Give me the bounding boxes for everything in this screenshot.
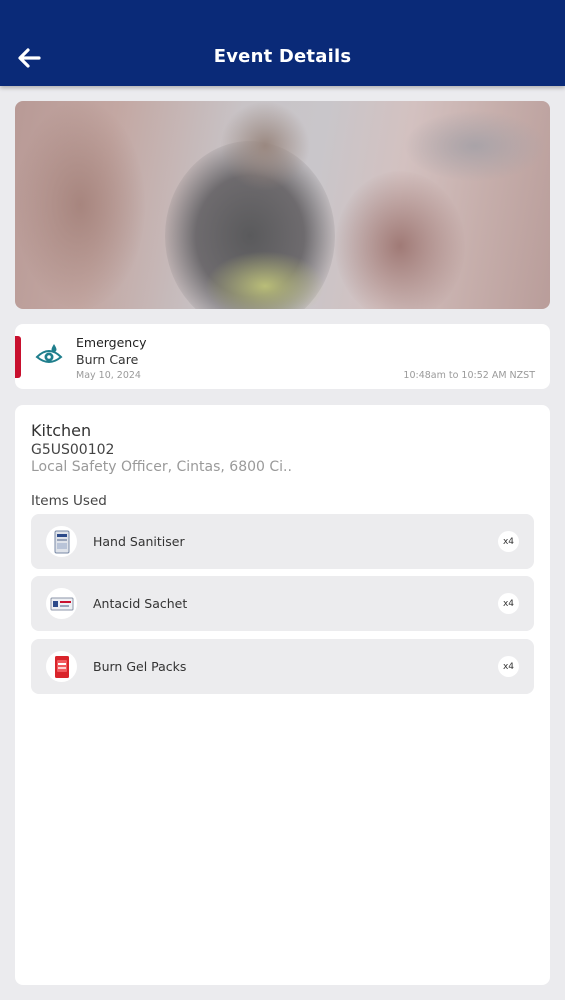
page-title: Event Details [213, 46, 352, 67]
event-summary-card[interactable]: Emergency Burn Care May 10, 2024 10:48am… [15, 324, 550, 389]
item-quantity-badge: x4 [498, 656, 519, 677]
sachet-icon [50, 597, 73, 610]
event-photo[interactable] [15, 101, 550, 309]
item-row-hand-sanitiser[interactable]: Hand Sanitiser x4 [31, 514, 534, 569]
item-label: Antacid Sachet [93, 596, 188, 611]
sanitiser-pack-icon [54, 530, 69, 553]
item-quantity-badge: x4 [498, 531, 519, 552]
item-thumbnail [46, 651, 77, 682]
location-code: G5US00102 [31, 442, 115, 458]
item-thumbnail [46, 526, 77, 557]
gel-pack-icon [54, 655, 69, 678]
event-name: Burn Care [76, 352, 139, 367]
item-label: Hand Sanitiser [93, 534, 185, 549]
item-row-burn-gel-packs[interactable]: Burn Gel Packs x4 [31, 639, 534, 694]
app-header: Event Details [0, 0, 565, 86]
event-type: Emergency [76, 335, 147, 350]
event-date: May 10, 2024 [76, 370, 141, 381]
item-thumbnail [46, 588, 77, 619]
location-name: Kitchen [31, 421, 92, 440]
item-label: Burn Gel Packs [93, 659, 187, 674]
item-row-antacid-sachet[interactable]: Antacid Sachet x4 [31, 576, 534, 631]
items-used-heading: Items Used [31, 493, 107, 509]
severity-indicator [15, 336, 21, 378]
location-details-card: Kitchen G5US00102 Local Safety Officer, … [15, 405, 550, 985]
eye-drop-icon [35, 344, 63, 363]
location-address: Local Safety Officer, Cintas, 6800 Ci... [31, 459, 291, 475]
event-time-range: 10:48am to 10:52 AM NZST [403, 370, 535, 381]
item-quantity-badge: x4 [498, 593, 519, 614]
